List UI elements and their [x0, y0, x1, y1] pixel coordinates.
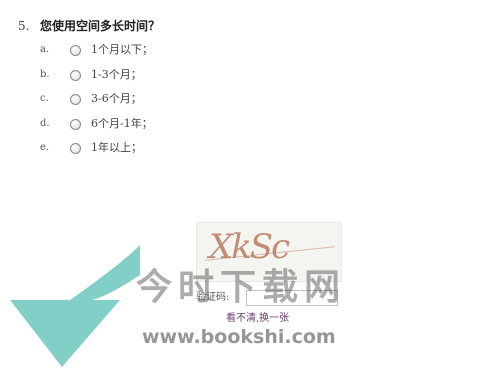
option-letter: b.	[40, 68, 50, 80]
option-c[interactable]: c. 3-6个月；	[18, 90, 318, 115]
captcha-glyphs: XkSc	[209, 227, 290, 267]
radio-button[interactable]	[70, 45, 81, 56]
option-e[interactable]: e. 1年以上；	[18, 139, 318, 164]
option-letter: e.	[40, 142, 50, 153]
captcha-input[interactable]	[246, 290, 338, 306]
option-letter: d.	[40, 117, 50, 129]
radio-button[interactable]	[70, 143, 81, 154]
captcha-image[interactable]: XkSc	[196, 222, 342, 282]
watermark-url: www.bookshi.com	[142, 326, 336, 348]
option-label[interactable]: 1年以上；	[91, 139, 142, 157]
option-letter: c.	[40, 93, 49, 104]
radio-button[interactable]	[70, 69, 81, 81]
refresh-captcha-link[interactable]: 看不清,换一张	[226, 312, 289, 326]
watermark-arrow-icon	[10, 245, 140, 367]
option-label[interactable]: 1-3个月；	[91, 66, 142, 84]
option-b[interactable]: b. 1-3个月；	[18, 66, 318, 91]
survey-question: 5. 您使用空间多长时间？ a. 1个月以下； b. 1-3个月； c. 3-6个…	[18, 16, 318, 164]
question-title: 5. 您使用空间多长时间？	[18, 16, 318, 36]
option-d[interactable]: d. 6个月-1年；	[18, 115, 318, 140]
question-number: 5.	[18, 19, 30, 33]
radio-button[interactable]	[70, 94, 81, 105]
radio-button[interactable]	[70, 118, 81, 130]
option-label[interactable]: 6个月-1年；	[91, 115, 153, 133]
options-list: a. 1个月以下； b. 1-3个月； c. 3-6个月； d. 6个月-1年；…	[18, 41, 318, 164]
captcha-label: 验证码:	[196, 292, 230, 303]
option-label[interactable]: 1个月以下；	[91, 41, 153, 59]
option-a[interactable]: a. 1个月以下；	[18, 41, 318, 66]
option-letter: a.	[40, 44, 50, 55]
option-label[interactable]: 3-6个月；	[91, 90, 142, 108]
question-text: 您使用空间多长时间？	[40, 19, 161, 33]
